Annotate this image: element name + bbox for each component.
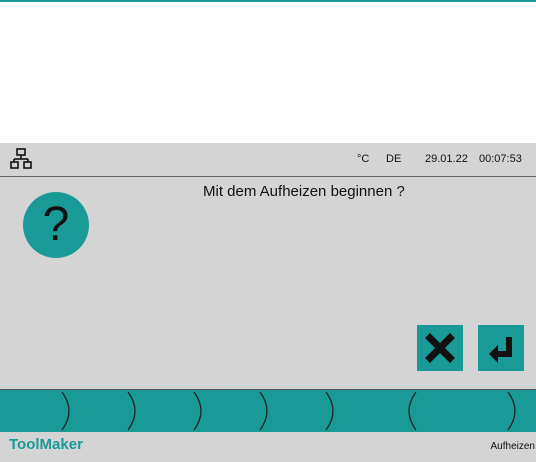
brand-logo: ToolMaker — [9, 436, 83, 453]
tab-4[interactable] — [200, 390, 266, 432]
tab-6[interactable] — [332, 390, 408, 432]
language-indicator: DE — [386, 153, 402, 165]
tab-1[interactable] — [0, 390, 68, 432]
footer-bar: ToolMaker Aufheizen — [0, 432, 536, 462]
tab-2[interactable] — [68, 390, 134, 432]
enter-icon — [489, 337, 512, 363]
top-accent-line — [0, 0, 536, 2]
network-icon — [10, 148, 32, 169]
tab-5[interactable] — [266, 390, 332, 432]
cancel-button[interactable] — [417, 325, 463, 371]
status-bar: °C DE 29.01.22 00:07:53 — [0, 143, 536, 177]
time-display: 00:07:53 — [479, 153, 522, 165]
unit-indicator: °C — [357, 153, 370, 165]
tab-3[interactable] — [134, 390, 200, 432]
confirm-dialog: ? Mit dem Aufheizen beginnen ? — [0, 177, 536, 389]
confirm-button[interactable] — [478, 325, 524, 371]
screen-name: Aufheizen — [490, 441, 535, 452]
question-mark-icon: ? — [23, 192, 89, 258]
tab-bar — [0, 389, 536, 433]
close-icon — [425, 333, 455, 363]
date-display: 29.01.22 — [425, 153, 468, 165]
dialog-message: Mit dem Aufheizen beginnen ? — [203, 183, 405, 200]
tab-7-active[interactable] — [408, 390, 514, 432]
